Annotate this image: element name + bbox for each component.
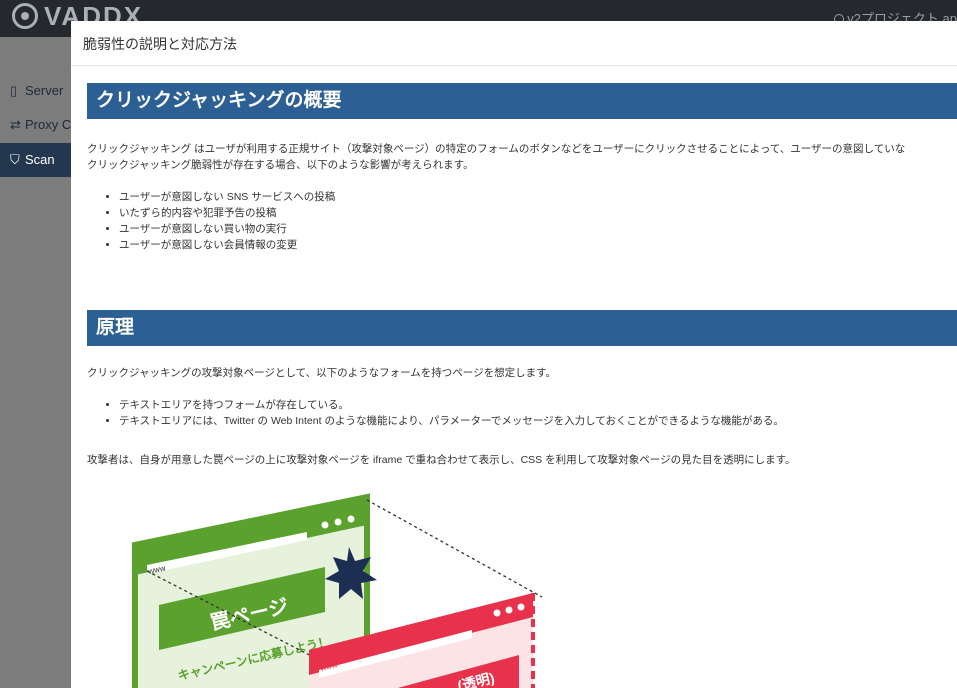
list-item: ユーザーが意図しない SNS サービスへの投稿 (119, 189, 957, 205)
guide-line (366, 499, 543, 598)
window-dot-icon (321, 521, 329, 529)
section-heading-principle: 原理 (87, 310, 957, 346)
modal-header: 脆弱性の説明と対応方法 (71, 21, 957, 66)
window-dot-icon (334, 518, 342, 526)
sidebar-item-label: Proxy C (25, 117, 72, 132)
window-dot-icon (505, 606, 513, 614)
window-dot-icon (493, 609, 501, 617)
list-item: いたずら的内容や犯罪予告の投稿 (119, 205, 957, 221)
principle-paragraph: クリックジャッキングの攻撃対象ページとして、以下のようなフォームを持つページを想… (87, 367, 557, 379)
sidebar: ▯ Server ⇄ Proxy C ⛉ Scan (0, 37, 72, 688)
section-heading-overview: クリックジャッキングの概要 (87, 83, 957, 119)
list-item: テキストエリアを持つフォームが存在している。 (119, 397, 957, 413)
impact-list: ユーザーが意図しない SNS サービスへの投稿 いたずら的内容や犯罪予告の投稿 … (87, 189, 957, 253)
overview-paragraph: クリックジャッキング はユーザが利用する正規サイト（攻撃対象ページ）の特定のフォ… (87, 143, 906, 155)
window-dot-icon (347, 515, 355, 523)
sidebar-item-label: Scan (25, 152, 55, 167)
vulnerability-modal: 脆弱性の説明と対応方法 クリックジャッキングの概要 クリックジャッキング はユー… (71, 21, 957, 688)
sidebar-item-server[interactable]: ▯ Server (0, 74, 72, 108)
clickjacking-illustration: www 罠ページ キャンペーンに応募しよう！ www (透明) (87, 485, 567, 688)
list-item: ユーザーが意図しない会員情報の変更 (119, 237, 957, 253)
illustration-svg: www 罠ページ キャンペーンに応募しよう！ www (透明) (132, 493, 543, 688)
logo-icon (12, 3, 38, 29)
impact-intro: クリックジャッキング脆弱性が存在する場合、以下のような影響が考えられます。 (87, 159, 474, 171)
list-item: テキストエリアには、Twitter の Web Intent のような機能により… (119, 413, 957, 429)
sidebar-item-scan[interactable]: ⛉ Scan (0, 143, 72, 177)
server-icon: ▯ (10, 83, 18, 98)
principle-list: テキストエリアを持つフォームが存在している。 テキストエリアには、Twitter… (87, 397, 957, 429)
window-dot-icon (517, 603, 525, 611)
shield-icon: ⛉ (10, 152, 20, 167)
list-item: ユーザーが意図しない買い物の実行 (119, 221, 957, 237)
sidebar-item-proxy[interactable]: ⇄ Proxy C (0, 108, 72, 142)
modal-title: 脆弱性の説明と対応方法 (83, 36, 237, 52)
modal-body[interactable]: クリックジャッキングの概要 クリックジャッキング はユーザが利用する正規サイト（… (71, 66, 957, 468)
attack-paragraph: 攻撃者は、自身が用意した罠ページの上に攻撃対象ページを iframe で重ね合わ… (87, 454, 796, 466)
sidebar-item-label: Server (25, 83, 64, 98)
exchange-icon: ⇄ (10, 117, 21, 132)
